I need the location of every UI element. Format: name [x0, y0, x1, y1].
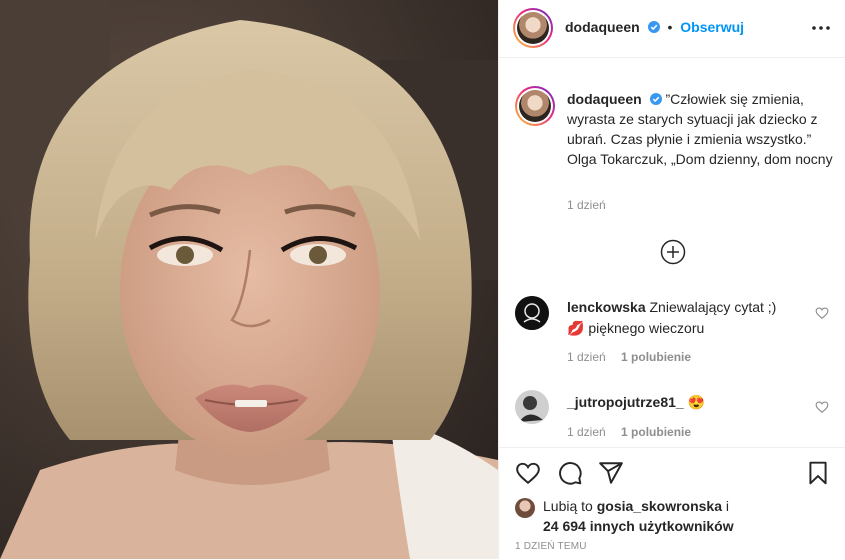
- verified-badge-icon: [649, 93, 662, 105]
- commenter-avatar[interactable]: [515, 296, 549, 330]
- likes-text: Lubią to gosia_skowronska i 24 694 innyc…: [543, 496, 823, 536]
- post-timestamp[interactable]: 1 DZIEŃ TEMU: [515, 541, 587, 552]
- comment-icon[interactable]: [557, 460, 583, 486]
- author-username[interactable]: dodaqueen: [565, 19, 640, 35]
- heart-eyes-emoji: 😍: [687, 394, 706, 410]
- header-separator: •: [667, 19, 673, 35]
- author-avatar[interactable]: [513, 8, 553, 48]
- commenter-avatar[interactable]: [515, 390, 549, 424]
- comment-like-icon[interactable]: [815, 306, 829, 320]
- comment-username[interactable]: lenckowska: [567, 299, 646, 315]
- likes-connector: i: [725, 498, 730, 514]
- likes-prefix: Lubią to: [543, 498, 593, 514]
- post-header: dodaqueen • Obserwuj: [499, 0, 845, 58]
- comment-meta: 1 dzień 1 polubienie: [567, 350, 691, 364]
- comment-body: _jutropojutrze81_ 😍: [567, 392, 797, 413]
- comment-item: _jutropojutrze81_ 😍 1 dzień 1 polubienie: [515, 390, 831, 450]
- load-more-comments-icon[interactable]: [660, 239, 686, 265]
- instagram-post: dodaqueen • Obserwuj dodaqueen ”Człowiek…: [0, 0, 845, 559]
- comment-meta: 1 dzień 1 polubienie: [567, 425, 691, 439]
- comment-likes[interactable]: 1 polubienie: [621, 350, 691, 364]
- kiss-emoji: 💋: [567, 320, 585, 336]
- liker-username[interactable]: gosia_skowronska: [597, 498, 722, 514]
- comment-item: lenckowska Zniewalający cytat ;) 💋 piękn…: [515, 296, 831, 376]
- comment-likes[interactable]: 1 polubienie: [621, 425, 691, 439]
- more-options-icon[interactable]: [811, 20, 831, 36]
- verified-badge-icon: [647, 21, 660, 33]
- post-sidebar: dodaqueen • Obserwuj dodaqueen ”Człowiek…: [498, 0, 845, 559]
- likes-count[interactable]: 24 694 innych użytkowników: [543, 518, 734, 534]
- liker-avatar[interactable]: [515, 498, 535, 518]
- caption-text: dodaqueen ”Człowiek się zmienia, wyrasta…: [567, 89, 837, 169]
- comment-time[interactable]: 1 dzień: [567, 350, 606, 364]
- share-icon[interactable]: [598, 460, 624, 486]
- bookmark-icon[interactable]: [805, 460, 831, 486]
- caption-time[interactable]: 1 dzień: [567, 198, 606, 212]
- comment-time[interactable]: 1 dzień: [567, 425, 606, 439]
- follow-button[interactable]: Obserwuj: [680, 19, 744, 35]
- comment-text: Zniewalający cytat ;): [649, 299, 777, 315]
- commenter-avatar-image: [515, 390, 549, 424]
- caption-avatar[interactable]: [515, 86, 555, 126]
- post-actions: Lubią to gosia_skowronska i 24 694 innyc…: [499, 447, 845, 560]
- selfie-illustration: [0, 0, 498, 559]
- post-photo[interactable]: [0, 0, 498, 559]
- comment-username[interactable]: _jutropojutrze81_: [567, 394, 684, 410]
- comment-like-icon[interactable]: [815, 400, 829, 414]
- heart-icon[interactable]: [515, 460, 541, 486]
- caption-username[interactable]: dodaqueen: [567, 91, 642, 107]
- commenter-avatar-image: [515, 296, 549, 330]
- comment-body: lenckowska Zniewalający cytat ;) 💋 piękn…: [567, 297, 797, 339]
- comment-text-continued: pięknego wieczoru: [588, 320, 705, 336]
